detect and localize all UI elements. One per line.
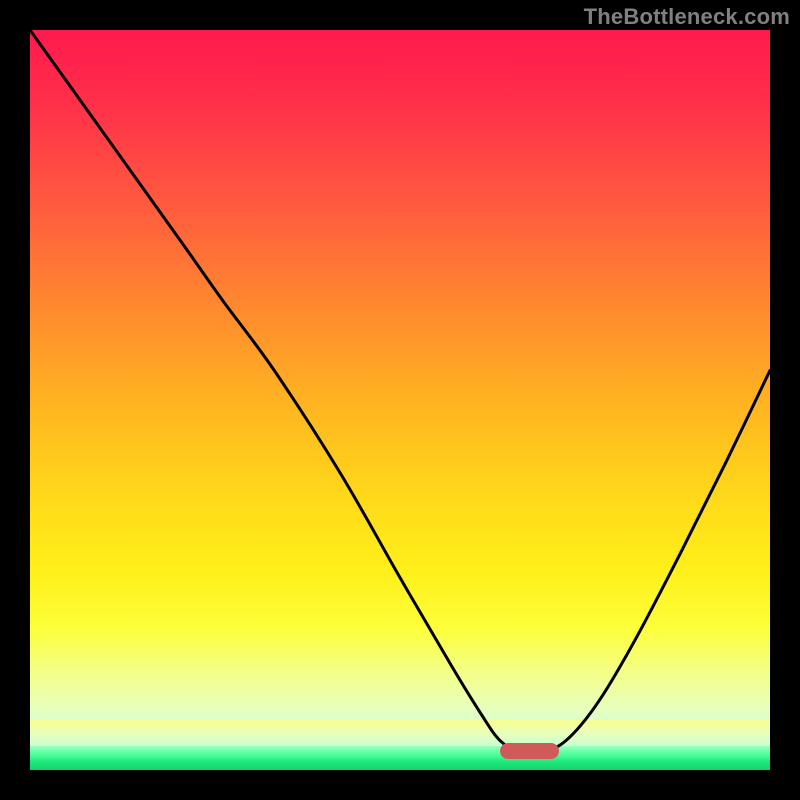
bottleneck-curve (30, 30, 770, 770)
attribution-label: TheBottleneck.com (584, 4, 790, 30)
optimum-marker (500, 743, 559, 759)
curve-path (30, 30, 770, 751)
chart-frame: TheBottleneck.com (0, 0, 800, 800)
plot-area (30, 30, 770, 770)
